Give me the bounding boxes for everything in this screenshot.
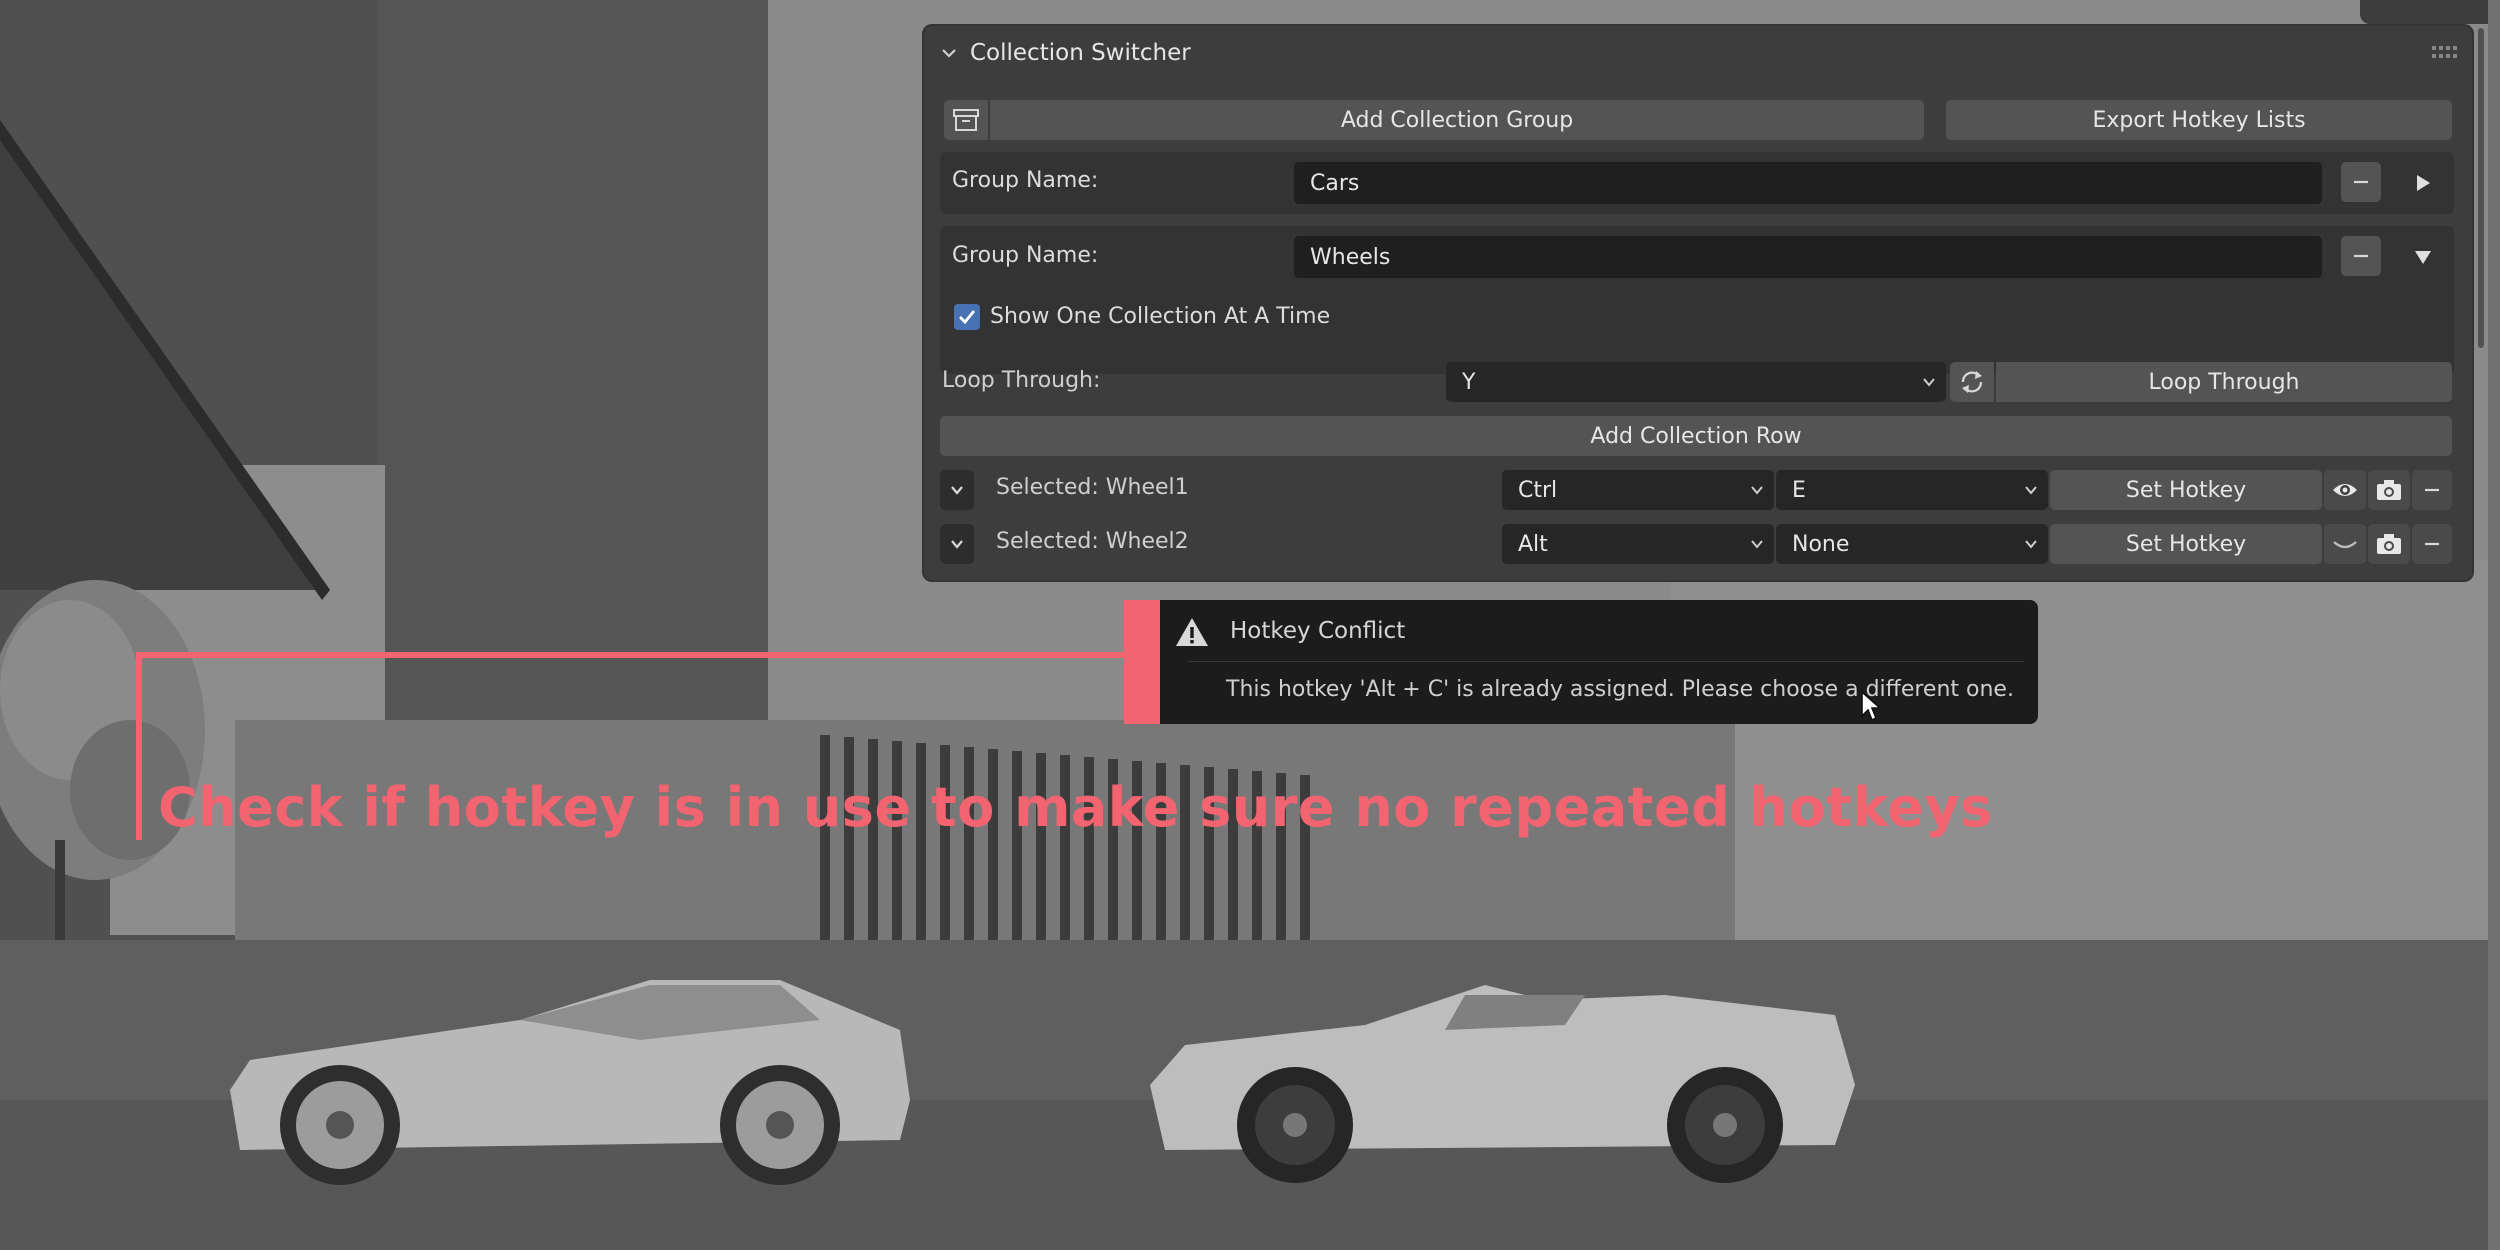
drag-grip-icon[interactable] [2432, 46, 2458, 58]
chevron-down-icon [1751, 486, 1763, 495]
remove-row-button-2[interactable] [2412, 524, 2452, 564]
panel-title: Collection Switcher [970, 40, 1191, 66]
hotkey-conflict-tooltip: Hotkey Conflict This hotkey 'Alt + C' is… [1160, 600, 2038, 724]
checkmark-icon [959, 310, 976, 325]
render-toggle-2[interactable] [2368, 524, 2410, 564]
modifier-dropdown-2[interactable]: Alt [1502, 524, 1774, 564]
options-tab[interactable] [2360, 0, 2500, 24]
panel-scrollbar[interactable] [2478, 28, 2484, 348]
set-hotkey-button-1[interactable]: Set Hotkey [2050, 470, 2322, 510]
loop-through-label: Loop Through: [942, 368, 1101, 393]
chevron-down-icon [1751, 540, 1763, 549]
add-collection-group-button[interactable]: Add Collection Group [990, 100, 1924, 140]
scene-car-right [1150, 985, 1855, 1183]
row-expand-button-1[interactable] [940, 470, 974, 510]
region-edge [2488, 0, 2500, 1250]
modifier-dropdown-1[interactable]: Ctrl [1502, 470, 1774, 510]
scene-tree [0, 580, 205, 950]
loop-refresh-button[interactable] [1950, 362, 1994, 402]
group-name-label: Group Name: [952, 168, 1099, 193]
chevron-down-icon [1923, 378, 1935, 387]
camera-icon [2377, 480, 2401, 500]
expand-group-triangle-icon[interactable] [2406, 166, 2440, 200]
key-value-2: None [1792, 531, 1850, 557]
minus-icon [2425, 488, 2439, 492]
key-dropdown-1[interactable]: E [1776, 470, 2048, 510]
minus-icon [2425, 542, 2439, 546]
chevron-down-icon [2025, 486, 2037, 495]
loop-through-key-value: Y [1462, 369, 1476, 395]
annotation-connector-horizontal [136, 652, 1124, 658]
row-selected-label-2: Selected: Wheel2 [996, 529, 1189, 554]
camera-icon [2377, 534, 2401, 554]
archive-button[interactable] [944, 100, 988, 140]
annotation-connector-vertical [136, 652, 142, 840]
modifier-value-2: Alt [1518, 531, 1548, 557]
mouse-cursor-icon [1861, 690, 1883, 722]
scene-roof [0, 120, 330, 600]
remove-group-button-wheels[interactable] [2341, 236, 2381, 276]
loop-through-button[interactable]: Loop Through [1996, 362, 2452, 402]
scene-car-left [230, 980, 910, 1185]
group-name-input-wheels[interactable]: Wheels [1294, 236, 2322, 278]
tooltip-message: This hotkey 'Alt + C' is already assigne… [1226, 677, 2014, 702]
tooltip-divider [1188, 661, 2024, 662]
add-collection-row-button[interactable]: Add Collection Row [940, 416, 2452, 456]
chevron-down-icon [2025, 540, 2037, 549]
group-name-input-cars[interactable]: Cars [1294, 162, 2322, 204]
key-value-1: E [1792, 477, 1806, 503]
collapse-chevron-icon[interactable] [938, 42, 960, 64]
minus-icon [2354, 180, 2368, 184]
eye-icon [2333, 484, 2357, 496]
row-selected-label-1: Selected: Wheel1 [996, 475, 1189, 500]
collection-switcher-panel: Collection Switcher Add Collection Group… [924, 26, 2472, 580]
refresh-icon [1961, 371, 1983, 393]
chevron-down-icon [951, 486, 963, 495]
group-name-label: Group Name: [952, 243, 1099, 268]
export-hotkey-lists-button[interactable]: Export Hotkey Lists [1946, 100, 2452, 140]
tooltip-accent-bar [1124, 600, 1160, 724]
annotation-caption: Check if hotkey is in use to make sure n… [158, 776, 1993, 839]
key-dropdown-2[interactable]: None [1776, 524, 2048, 564]
remove-row-button-1[interactable] [2412, 470, 2452, 510]
loop-through-key-dropdown[interactable]: Y [1446, 362, 1946, 402]
tooltip-title: Hotkey Conflict [1230, 618, 1406, 644]
chevron-down-icon [951, 540, 963, 549]
show-one-collection-label[interactable]: Show One Collection At A Time [990, 304, 1330, 329]
render-toggle-1[interactable] [2368, 470, 2410, 510]
minus-icon [2354, 254, 2368, 258]
visibility-toggle-2[interactable] [2324, 524, 2366, 564]
collapse-group-triangle-icon[interactable] [2406, 240, 2440, 274]
row-expand-button-2[interactable] [940, 524, 974, 564]
panel-header[interactable]: Collection Switcher [924, 26, 2472, 80]
remove-group-button-cars[interactable] [2341, 162, 2381, 202]
show-one-collection-checkbox[interactable] [954, 304, 980, 330]
set-hotkey-button-2[interactable]: Set Hotkey [2050, 524, 2322, 564]
eye-closed-icon [2333, 541, 2357, 549]
visibility-toggle-1[interactable] [2324, 470, 2366, 510]
warning-icon [1176, 618, 1208, 646]
archive-icon [953, 109, 979, 131]
modifier-value-1: Ctrl [1518, 477, 1558, 503]
